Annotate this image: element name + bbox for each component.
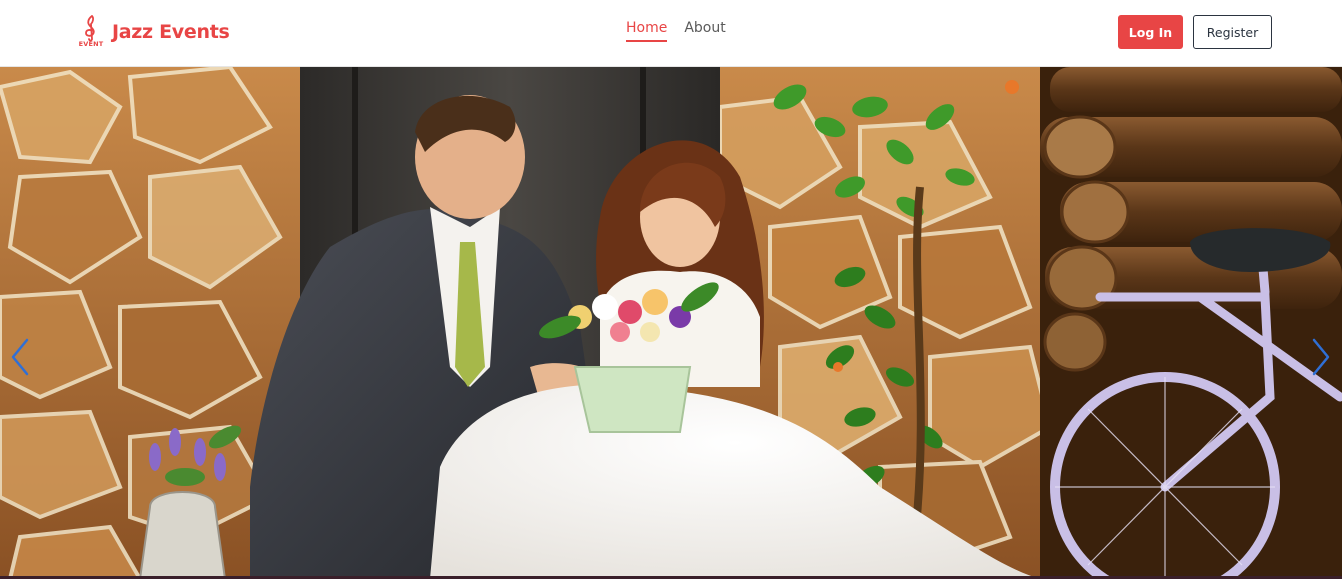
carousel-prev-button[interactable] — [5, 337, 35, 377]
login-button[interactable]: Log In — [1118, 15, 1183, 49]
chevron-right-icon — [1312, 338, 1330, 376]
chevron-left-icon — [11, 338, 29, 376]
logo-caption: EVENT — [78, 40, 104, 48]
carousel-next-button[interactable] — [1306, 337, 1336, 377]
brand-name: Jazz Events — [112, 21, 230, 43]
hero-image — [0, 67, 1342, 579]
brand-logo-link[interactable]: EVENT Jazz Events — [78, 14, 230, 50]
treble-clef-icon: EVENT — [78, 14, 104, 50]
nav-link-home[interactable]: Home — [626, 20, 668, 42]
main-nav: Home About — [626, 20, 726, 42]
hero-carousel — [0, 67, 1342, 579]
nav-link-about[interactable]: About — [684, 20, 725, 42]
register-button[interactable]: Register — [1193, 15, 1272, 49]
navbar: EVENT Jazz Events Home About Log In Regi… — [0, 0, 1342, 67]
